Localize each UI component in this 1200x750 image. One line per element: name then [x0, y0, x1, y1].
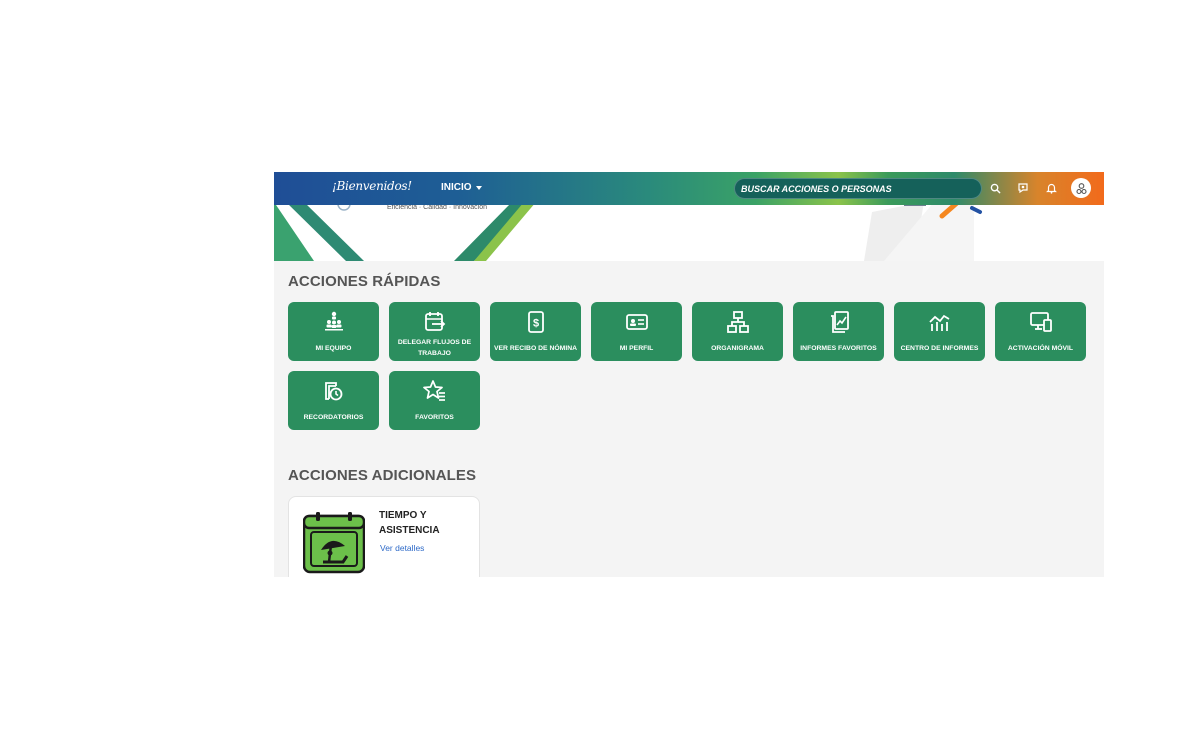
tile-label: CENTRO DE INFORMES — [900, 344, 979, 352]
tile-label: RECORDATORIOS — [303, 413, 364, 421]
welcome-logo: ¡Bienvenidos! — [332, 179, 412, 193]
app-window: Eficiencia · Calidad · Innovación ¡Bienv… — [274, 172, 1104, 577]
additional-actions-title: ACCIONES ADICIONALES — [288, 467, 477, 484]
quick-action-informes-favoritos[interactable]: INFORMES FAVORITOS — [793, 302, 884, 361]
quick-action-activacion-movil[interactable]: ACTIVACIÓN MÓVIL — [995, 302, 1086, 361]
search-input[interactable] — [741, 183, 981, 194]
calendar-vacation-icon — [302, 512, 366, 577]
svg-text:$: $ — [532, 318, 538, 330]
tile-label: VER RECIBO DE NÓMINA — [493, 344, 578, 352]
tile-label: ACTIVACIÓN MÓVIL — [1007, 344, 1074, 352]
payslip-icon: $ — [523, 309, 549, 335]
top-navigation-bar: ¡Bienvenidos! INICIO — [274, 172, 1104, 205]
quick-actions-title: ACCIONES RÁPIDAS — [288, 273, 441, 290]
card-tiempo-asistencia[interactable]: TIEMPO Y ASISTENCIA Ver detalles — [288, 496, 480, 577]
search-icon[interactable] — [988, 181, 1002, 195]
quick-action-delegar-flujos[interactable]: DELEGAR FLUJOS DE TRABAJO — [389, 302, 480, 361]
ver-detalles-link[interactable]: Ver detalles — [380, 543, 424, 553]
mobile-devices-icon — [1028, 309, 1054, 335]
star-list-icon — [422, 378, 448, 404]
banner-tagline: Eficiencia · Calidad · Innovación — [387, 204, 487, 211]
team-icon — [321, 309, 347, 335]
bell-icon[interactable] — [1044, 181, 1058, 195]
tile-label: FAVORITOS — [415, 413, 454, 421]
quick-action-favoritos[interactable]: FAVORITOS — [389, 371, 480, 430]
favorite-reports-icon — [826, 309, 852, 335]
tile-label: MI EQUIPO — [315, 344, 352, 352]
nav-inicio-menu[interactable]: INICIO — [441, 182, 482, 193]
quick-action-ver-recibo[interactable]: $ VER RECIBO DE NÓMINA — [490, 302, 581, 361]
tile-label: ORGANIGRAMA — [711, 344, 764, 352]
quick-action-recordatorios[interactable]: RECORDATORIOS — [288, 371, 379, 430]
tile-label: INFORMES FAVORITOS — [800, 344, 877, 352]
tile-label: DELEGAR FLUJOS DE TRABAJO — [397, 339, 472, 357]
quick-action-centro-informes[interactable]: CENTRO DE INFORMES — [894, 302, 985, 361]
quick-action-mi-equipo[interactable]: MI EQUIPO — [288, 302, 379, 361]
calendar-delegate-icon — [422, 309, 448, 335]
chat-icon[interactable] — [1016, 181, 1030, 195]
quick-action-organigrama[interactable]: ORGANIGRAMA — [692, 302, 783, 361]
quick-action-mi-perfil[interactable]: MI PERFIL — [591, 302, 682, 361]
reminders-icon — [321, 378, 347, 404]
tile-label: MI PERFIL — [619, 344, 654, 352]
id-card-icon — [624, 309, 650, 335]
card-title: TIEMPO Y ASISTENCIA — [379, 510, 440, 536]
search-box[interactable] — [734, 178, 982, 199]
chevron-down-icon — [475, 186, 482, 190]
report-chart-icon — [927, 309, 953, 335]
org-chart-icon — [725, 309, 751, 335]
user-avatar-icon[interactable] — [1071, 178, 1091, 198]
nav-inicio-label: INICIO — [441, 182, 472, 193]
